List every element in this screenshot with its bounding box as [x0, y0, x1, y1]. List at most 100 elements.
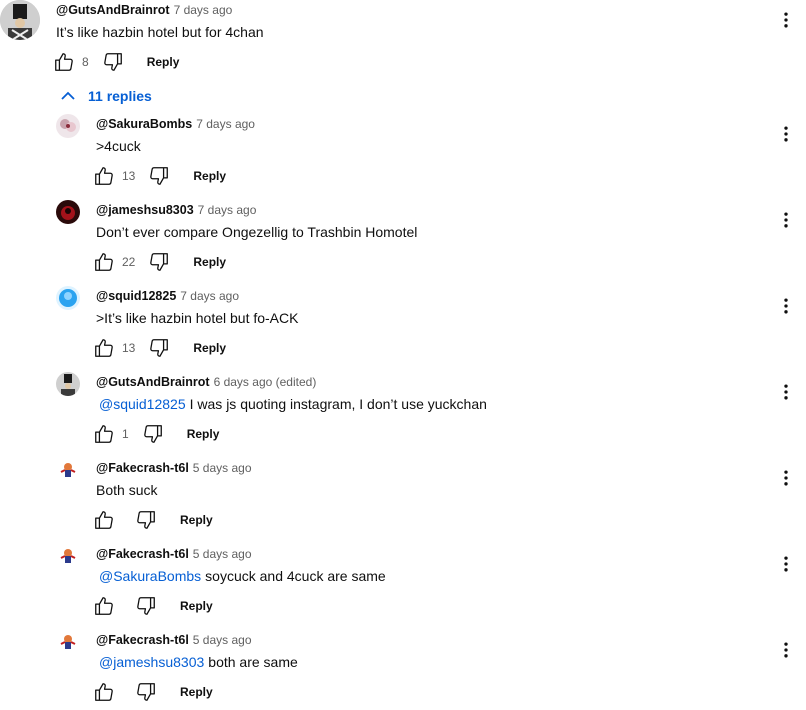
more-actions-button[interactable] [776, 380, 796, 404]
mention-link[interactable]: @jameshsu8303 [99, 654, 204, 670]
dislike-button[interactable] [134, 508, 158, 532]
more-actions-button[interactable] [776, 552, 796, 576]
timestamp[interactable]: 5 days ago [193, 633, 252, 647]
comment-text: Both suck [96, 482, 157, 498]
thumb-down-icon [148, 251, 170, 273]
kebab-icon [776, 382, 796, 402]
comment-actions: Reply [92, 594, 213, 618]
avatar[interactable] [56, 630, 80, 654]
more-actions-button[interactable] [776, 638, 796, 662]
avatar[interactable] [56, 114, 80, 138]
mention-link[interactable]: @SakuraBombs [99, 568, 201, 584]
thumb-down-icon [148, 165, 170, 187]
comment-actions: 13 Reply [92, 164, 226, 188]
timestamp[interactable]: 6 days ago (edited) [214, 375, 317, 389]
comment-header: @Fakecrash-t6l 5 days ago [96, 461, 252, 475]
more-actions-button[interactable] [776, 208, 796, 232]
like-button[interactable] [92, 594, 116, 618]
like-button[interactable] [92, 336, 116, 360]
author-name[interactable]: @Fakecrash-t6l [96, 461, 189, 475]
like-button[interactable] [92, 250, 116, 274]
comment-header: @squid12825 7 days ago [96, 289, 239, 303]
thumb-down-icon [102, 51, 124, 73]
comment-body: Don’t ever compare Ongezellig to Trashbi… [96, 224, 418, 240]
reply-comment: @SakuraBombs 7 days ago >4cuck 13 Reply [0, 114, 806, 200]
avatar[interactable] [0, 0, 40, 40]
timestamp[interactable]: 7 days ago [180, 289, 239, 303]
avatar[interactable] [56, 286, 80, 310]
dislike-button[interactable] [147, 336, 171, 360]
more-actions-button[interactable] [776, 8, 796, 32]
reply-button[interactable]: Reply [180, 599, 213, 613]
dislike-button[interactable] [141, 422, 165, 446]
comment-actions: 13 Reply [92, 336, 226, 360]
author-name[interactable]: @GutsAndBrainrot [56, 3, 170, 17]
kebab-icon [776, 296, 796, 316]
more-actions-button[interactable] [776, 122, 796, 146]
like-button[interactable] [52, 50, 76, 74]
replies-toggle[interactable]: 11 replies [56, 84, 152, 108]
comment-header: @jameshsu8303 7 days ago [96, 203, 256, 217]
reply-comment: @Fakecrash-t6l 5 days ago @SakuraBombs soy… [0, 544, 806, 630]
like-count: 22 [122, 255, 136, 269]
like-button[interactable] [92, 164, 116, 188]
comment-text: @SakuraBombs soycuck and 4cuck are same [96, 568, 386, 584]
avatar[interactable] [56, 458, 80, 482]
chevron-up-icon [61, 91, 75, 100]
author-name[interactable]: @jameshsu8303 [96, 203, 194, 217]
dislike-button[interactable] [101, 50, 125, 74]
author-name[interactable]: @GutsAndBrainrot [96, 375, 210, 389]
more-actions-button[interactable] [776, 466, 796, 490]
timestamp[interactable]: 5 days ago [193, 461, 252, 475]
more-actions-button[interactable] [776, 294, 796, 318]
comment-header: @Fakecrash-t6l 5 days ago [96, 547, 252, 561]
dislike-button[interactable] [147, 164, 171, 188]
avatar[interactable] [56, 200, 80, 224]
author-name[interactable]: @Fakecrash-t6l [96, 633, 189, 647]
comment-body: Both suck [96, 482, 158, 498]
thumb-down-icon [135, 509, 157, 531]
comment-text: @squid12825 I was js quoting instagram, I… [96, 396, 487, 412]
comment-header: @GutsAndBrainrot 6 days ago (edited) [96, 375, 316, 389]
reply-button[interactable]: Reply [147, 55, 180, 69]
like-button[interactable] [92, 508, 116, 532]
comment-text: >4cuck [96, 138, 141, 154]
reply-button[interactable]: Reply [187, 427, 220, 441]
comment-header: @Fakecrash-t6l 5 days ago [96, 633, 252, 647]
thumb-up-icon [93, 423, 115, 445]
reply-button[interactable]: Reply [193, 255, 226, 269]
like-button[interactable] [92, 680, 116, 704]
top-comment: @GutsAndBrainrot 7 days ago It’s like haz… [0, 0, 806, 80]
reply-button[interactable]: Reply [180, 513, 213, 527]
dislike-button[interactable] [147, 250, 171, 274]
kebab-icon [776, 554, 796, 574]
timestamp[interactable]: 7 days ago [174, 3, 233, 17]
dislike-button[interactable] [134, 594, 158, 618]
thumb-up-icon [93, 251, 115, 273]
avatar[interactable] [56, 372, 80, 396]
author-name[interactable]: @squid12825 [96, 289, 176, 303]
thumb-down-icon [142, 423, 164, 445]
comment-body: >4cuck [96, 138, 141, 154]
timestamp[interactable]: 7 days ago [198, 203, 257, 217]
timestamp[interactable]: 7 days ago [196, 117, 255, 131]
mention-link[interactable]: @squid12825 [99, 396, 186, 412]
thumb-up-icon [93, 681, 115, 703]
comment-body: soycuck and 4cuck are same [205, 568, 386, 584]
author-name[interactable]: @SakuraBombs [96, 117, 192, 131]
reply-button[interactable]: Reply [180, 685, 213, 699]
timestamp[interactable]: 5 days ago [193, 547, 252, 561]
kebab-icon [776, 124, 796, 144]
thumb-down-icon [148, 337, 170, 359]
reply-comment: @squid12825 7 days ago >It’s like hazbin … [0, 286, 806, 372]
reply-button[interactable]: Reply [193, 341, 226, 355]
thumb-up-icon [93, 595, 115, 617]
dislike-button[interactable] [134, 680, 158, 704]
like-count: 8 [82, 55, 89, 69]
avatar[interactable] [56, 544, 80, 568]
author-name[interactable]: @Fakecrash-t6l [96, 547, 189, 561]
replies-count-label: 11 replies [88, 88, 152, 104]
reply-button[interactable]: Reply [193, 169, 226, 183]
like-button[interactable] [92, 422, 116, 446]
comment-header: @SakuraBombs 7 days ago [96, 117, 255, 131]
